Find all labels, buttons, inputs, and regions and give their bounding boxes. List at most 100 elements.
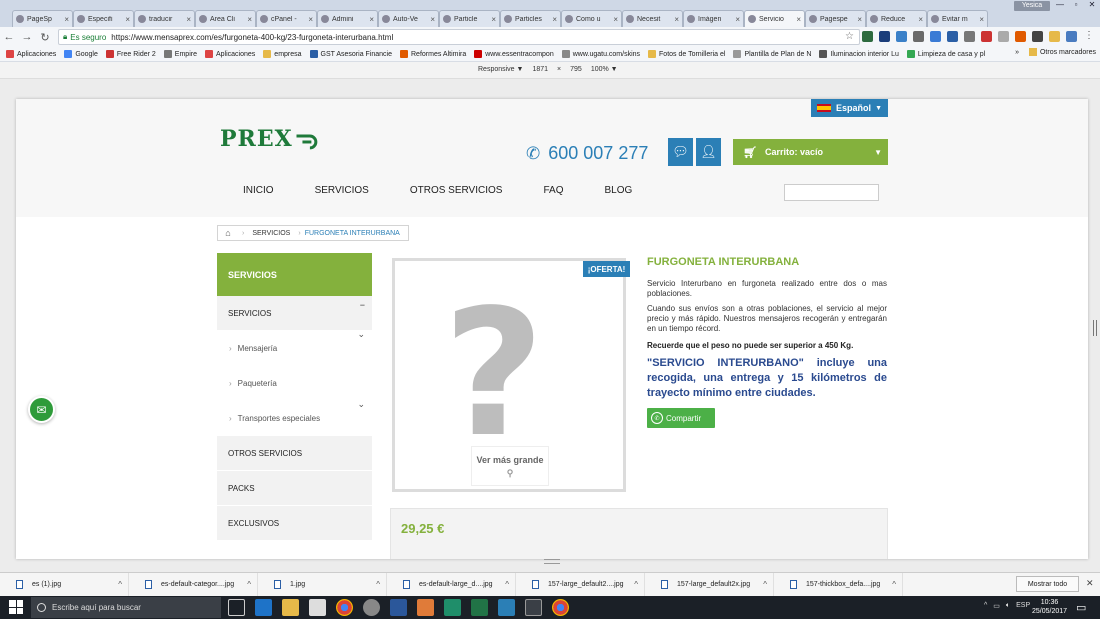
close-tab-icon[interactable]: × xyxy=(979,15,984,24)
phone-number[interactable]: ✆ 600 007 277 xyxy=(526,143,648,164)
app-icon[interactable] xyxy=(525,599,542,616)
bookmark-star-icon[interactable]: ☆ xyxy=(845,31,854,42)
browser-tab[interactable]: Especifi × xyxy=(73,10,134,27)
browser-tab[interactable]: traducir × xyxy=(134,10,195,27)
browser-tab[interactable]: PageSp × xyxy=(12,10,73,27)
sidebar-subitem-mensajeria[interactable]: › Mensajería ⌄ xyxy=(217,329,372,366)
bookmark-item[interactable]: Fotos de Tornilleria el xyxy=(648,50,725,58)
chevron-up-icon[interactable]: ^ xyxy=(247,580,251,589)
close-tab-icon[interactable]: × xyxy=(918,15,923,24)
download-item[interactable]: es-default-categor....jpg ^ xyxy=(129,572,258,597)
collapse-icon[interactable]: − xyxy=(360,300,365,310)
device-mode-select[interactable]: Responsive ▼ xyxy=(478,66,523,73)
close-tab-icon[interactable]: × xyxy=(64,15,69,24)
close-tab-icon[interactable]: × xyxy=(491,15,496,24)
nav-item-servicios[interactable]: SERVICIOS xyxy=(315,185,369,196)
browser-tab[interactable]: Particle × xyxy=(439,10,500,27)
publisher-icon[interactable] xyxy=(444,599,461,616)
close-tab-icon[interactable]: × xyxy=(735,15,740,24)
chevron-up-icon[interactable]: ^ xyxy=(118,580,122,589)
close-tab-icon[interactable]: × xyxy=(308,15,313,24)
extension-icon[interactable] xyxy=(896,31,907,42)
whatsapp-share-button[interactable]: ✆ Compartir xyxy=(647,408,715,428)
volume-icon[interactable]: 🔈︎ xyxy=(1006,602,1010,610)
bookmark-item[interactable]: Empire xyxy=(163,50,197,58)
floating-contact-button[interactable]: ✉ xyxy=(28,396,55,423)
nav-item-inicio[interactable]: INICIO xyxy=(243,185,274,196)
browser-tab[interactable]: Reduce × xyxy=(866,10,927,27)
extension-icon[interactable] xyxy=(1049,31,1060,42)
breadcrumb-item-servicios[interactable]: SERVICIOS xyxy=(248,230,294,237)
close-tab-icon[interactable]: × xyxy=(613,15,618,24)
chrome-icon[interactable] xyxy=(336,599,353,616)
bookmark-item[interactable]: GST Asesoria Financie xyxy=(309,50,392,58)
bookmark-item[interactable]: www.essentracompon xyxy=(474,50,554,58)
close-tab-icon[interactable]: × xyxy=(247,15,252,24)
extension-icon[interactable] xyxy=(964,31,975,42)
other-bookmarks[interactable]: » Otros marcadores xyxy=(1015,48,1096,56)
back-icon[interactable]: ← xyxy=(0,31,18,43)
download-item[interactable]: 157-large_default2....jpg ^ xyxy=(516,572,645,597)
word-icon[interactable] xyxy=(390,599,407,616)
chevron-up-icon[interactable]: ^ xyxy=(763,580,767,589)
zoom-select[interactable]: 100% ▼ xyxy=(591,66,618,73)
bookmark-item[interactable]: Aplicaciones xyxy=(204,50,255,58)
sidebar-item-servicios[interactable]: SERVICIOS − xyxy=(217,296,372,331)
browser-tab[interactable]: Servicio × xyxy=(744,10,805,27)
download-item[interactable]: es (1).jpg ^ xyxy=(0,572,129,597)
extension-icon[interactable] xyxy=(879,31,890,42)
chevron-up-icon[interactable]: ^ xyxy=(376,580,380,589)
download-item[interactable]: 1.jpg ^ xyxy=(258,572,387,597)
bookmark-item[interactable]: Google xyxy=(64,50,98,58)
nav-item-otros-servicios[interactable]: OTROS SERVICIOS xyxy=(410,185,503,196)
sidebar-item-otros-servicios[interactable]: OTROS SERVICIOS xyxy=(217,436,372,471)
sidebar-subitem-transportes[interactable]: › Transportes especiales ⌄ xyxy=(217,399,372,436)
viewport-height[interactable]: 795 xyxy=(570,66,582,73)
browser-tab[interactable]: Área Cli × xyxy=(195,10,256,27)
photos-icon[interactable] xyxy=(498,599,515,616)
extension-icon[interactable] xyxy=(930,31,941,42)
paint-icon[interactable] xyxy=(417,599,434,616)
site-search-input[interactable] xyxy=(784,184,879,201)
forward-icon[interactable]: → xyxy=(18,31,36,43)
account-button[interactable]: 👤︎ xyxy=(696,138,721,166)
resize-handle-right[interactable] xyxy=(1093,320,1097,336)
reload-icon[interactable]: ↻ xyxy=(36,31,54,44)
excel-icon[interactable] xyxy=(471,599,488,616)
url-text[interactable]: https://www.mensaprex.com/es/furgoneta-4… xyxy=(111,33,393,42)
chevron-down-icon[interactable]: ⌄ xyxy=(357,399,365,410)
tray-chevron-icon[interactable]: ^ xyxy=(984,602,987,610)
extension-icon[interactable] xyxy=(1032,31,1043,42)
close-downloads-icon[interactable]: ✕ xyxy=(1086,578,1094,589)
zoom-image-button[interactable]: Ver más grande ⚲ xyxy=(471,446,549,486)
browser-tab[interactable]: Evitar m × xyxy=(927,10,988,27)
notifications-icon[interactable]: ▭ xyxy=(1076,601,1086,614)
sidebar-item-packs[interactable]: PACKS xyxy=(217,471,372,506)
browser-menu-icon[interactable]: ⋮ xyxy=(1084,30,1094,41)
file-explorer-icon[interactable] xyxy=(282,599,299,616)
address-bar[interactable]: 🔒︎ Es seguro https://www.mensaprex.com/e… xyxy=(58,29,860,45)
extension-icon[interactable] xyxy=(1066,31,1077,42)
sidebar-subitem-paqueteria[interactable]: › Paquetería xyxy=(217,366,372,401)
browser-tab[interactable]: Admini × xyxy=(317,10,378,27)
edge-icon[interactable] xyxy=(255,599,272,616)
close-tab-icon[interactable]: × xyxy=(552,15,557,24)
home-icon[interactable]: ⌂ xyxy=(218,228,238,238)
sidebar-item-exclusivos[interactable]: EXCLUSIVOS xyxy=(217,506,372,541)
bookmark-item[interactable]: Free Rider 2 xyxy=(105,50,156,58)
chevron-up-icon[interactable]: ^ xyxy=(634,580,638,589)
language-selector[interactable]: Español ▼ xyxy=(811,99,888,117)
bookmark-item[interactable]: empresa xyxy=(263,50,302,58)
input-language[interactable]: ESP xyxy=(1016,602,1030,610)
browser-tab[interactable]: Auto-Ve × xyxy=(378,10,439,27)
download-item[interactable]: 157-large_default2x.jpg ^ xyxy=(645,572,774,597)
chevron-up-icon[interactable]: ^ xyxy=(505,580,509,589)
taskbar-search[interactable]: Escribe aquí para buscar xyxy=(31,597,221,618)
minimize-icon[interactable]: — xyxy=(1052,0,1068,10)
nav-item-faq[interactable]: FAQ xyxy=(543,185,563,196)
bookmark-item[interactable]: www.ugatu.com/skins xyxy=(561,50,640,58)
extension-icon[interactable] xyxy=(862,31,873,42)
chevron-up-icon[interactable]: ^ xyxy=(892,580,896,589)
chevron-down-icon[interactable]: ⌄ xyxy=(357,329,365,340)
chevron-more-icon[interactable]: » xyxy=(1015,49,1019,56)
